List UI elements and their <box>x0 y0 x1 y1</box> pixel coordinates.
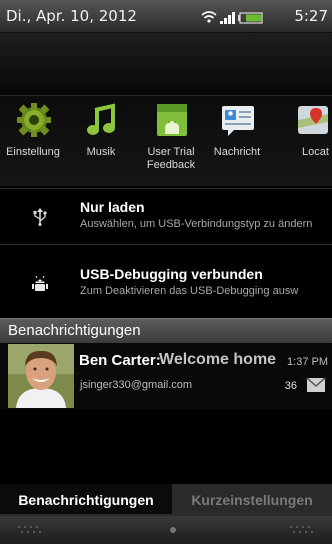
android-feedback-icon <box>157 104 187 136</box>
music-note-icon <box>87 103 115 135</box>
app-tile-nachricht[interactable]: Nachricht <box>200 96 274 186</box>
avatar <box>8 344 74 408</box>
tab-notifications[interactable]: Benachrichtigungen <box>0 484 172 516</box>
app-tile-einstellung[interactable]: Einstellung <box>0 96 70 186</box>
notification-account: jsinger330@gmail.com <box>80 379 193 391</box>
grip-dots-icon <box>290 526 313 533</box>
signal-icon <box>220 12 235 24</box>
email-notification[interactable]: Ben Carter: Welcome home 1:37 PM jsinger… <box>0 343 332 409</box>
status-bar: Di., Apr. 10, 2012 5:27 <box>0 0 332 33</box>
battery-icon <box>238 12 263 24</box>
grip-dots-icon <box>18 526 41 533</box>
notification-subject: Welcome home <box>159 351 277 368</box>
location-icon <box>298 106 328 134</box>
mail-icon <box>306 377 326 392</box>
notification-time: 1:37 PM <box>287 356 328 368</box>
app-label: User Trial Feedback <box>146 146 196 171</box>
divider <box>0 188 332 189</box>
wifi-icon <box>201 11 217 23</box>
tab-bar: Benachrichtigungen Kurzeinstellungen <box>0 484 332 516</box>
quick-launch-row: Einstellung Musik User Trial Feedback Na… <box>0 96 332 186</box>
app-label: Locat <box>302 146 329 158</box>
app-label: Musik <box>86 146 116 158</box>
tab-quick-settings[interactable]: Kurzeinstellungen <box>172 484 332 516</box>
section-header-label: Benachrichtigungen <box>8 322 141 339</box>
message-icon <box>222 106 254 136</box>
recent-apps-shelf <box>0 33 332 96</box>
drag-handle[interactable] <box>0 516 332 544</box>
status-icons <box>201 11 263 24</box>
status-date: Di., Apr. 10, 2012 <box>6 7 137 25</box>
usb-debug-subtitle: Zum Deaktivieren das USB-Debugging ausw <box>80 285 299 297</box>
app-tile-user-trial-feedback[interactable]: User Trial Feedback <box>134 96 208 186</box>
status-time: 5:27 <box>294 7 328 25</box>
app-label: Nachricht <box>213 146 261 158</box>
usb-charge-subtitle: Auswählen, um USB-Verbindungstyp zu ände… <box>80 218 313 230</box>
usb-icon <box>33 208 47 226</box>
notifications-section-header: Benachrichtigungen <box>0 318 332 344</box>
notification-sender: Ben Carter: <box>79 352 161 369</box>
usb-charge-title: Nur laden <box>80 199 145 215</box>
handle-center-dot <box>170 527 176 533</box>
usb-debug-notification[interactable]: USB-Debugging verbunden Zum Deaktivieren… <box>0 260 332 308</box>
app-tile-musik[interactable]: Musik <box>64 96 138 186</box>
usb-charge-notification[interactable]: Nur laden Auswählen, um USB-Verbindungst… <box>0 193 332 241</box>
gear-icon <box>17 103 51 137</box>
divider <box>0 244 332 245</box>
android-debug-icon <box>32 275 48 291</box>
usb-debug-title: USB-Debugging verbunden <box>80 266 263 282</box>
app-tile-location[interactable]: Locat <box>278 96 332 186</box>
app-label: Einstellung <box>6 146 60 158</box>
notification-count: 36 <box>284 380 297 392</box>
